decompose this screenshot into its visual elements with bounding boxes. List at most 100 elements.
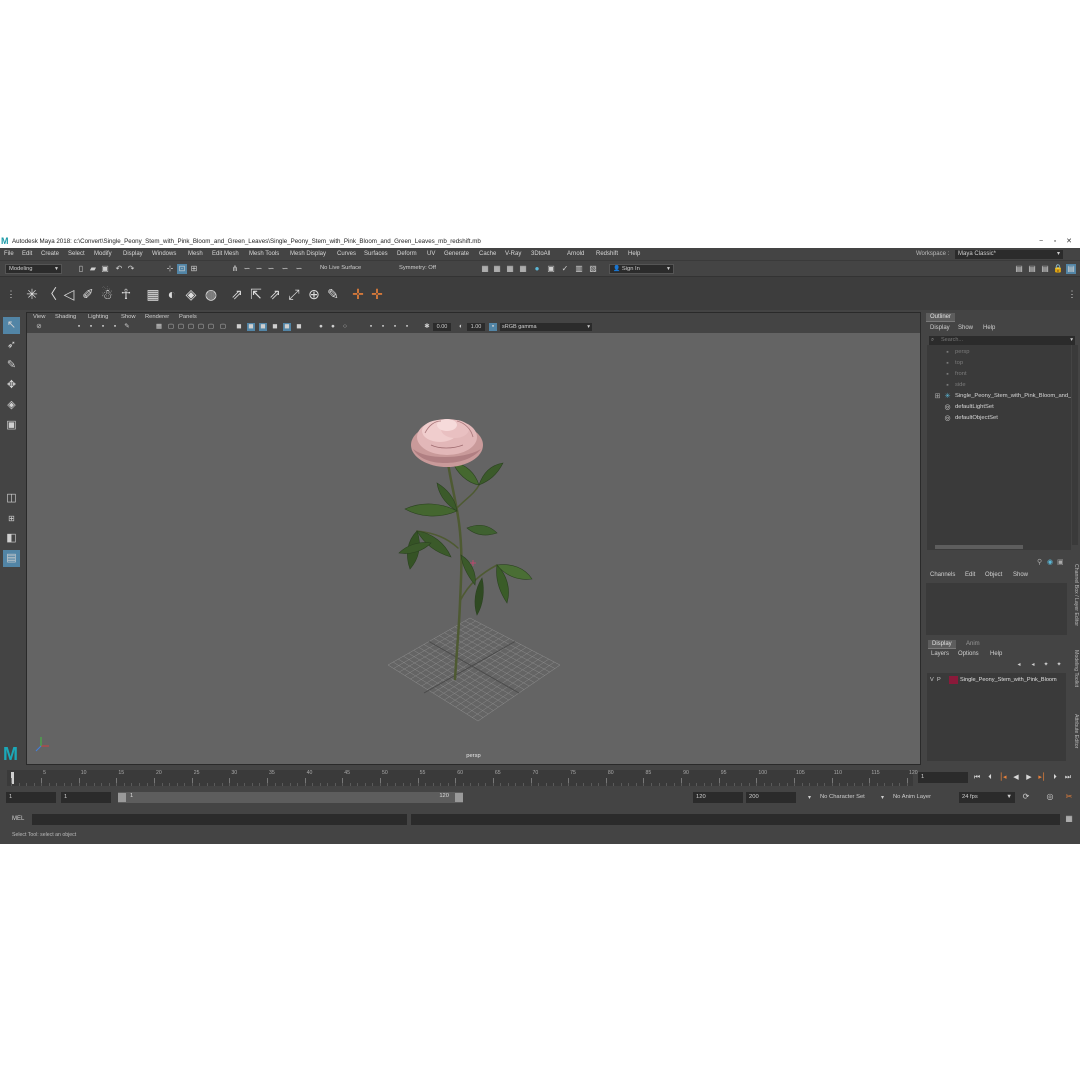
play-forward-icon[interactable]: ▶: [1024, 773, 1034, 783]
step-back-frame-icon[interactable]: ⎮◂: [998, 773, 1008, 783]
smooth-shade-icon[interactable]: ◼: [235, 323, 243, 331]
menu-help[interactable]: Help: [628, 251, 640, 257]
wireframe-on-shaded-icon[interactable]: ◼: [247, 323, 255, 331]
side-tab-attribute-editor[interactable]: Attribute Editor: [1070, 714, 1079, 748]
exposure-icon[interactable]: ✱: [423, 323, 431, 331]
resolution-gate-icon[interactable]: ▢: [177, 323, 185, 331]
hypershade-icon[interactable]: ●: [532, 264, 542, 274]
undo-icon[interactable]: ↶: [114, 264, 124, 274]
menu-modify[interactable]: Modify: [94, 251, 112, 257]
menuset-dropdown[interactable]: Modeling ▼: [5, 264, 62, 274]
save-scene-icon[interactable]: ▣: [100, 264, 110, 274]
multi-cut-icon[interactable]: ⤢: [286, 286, 302, 302]
ipr-render-icon[interactable]: ▦: [505, 264, 515, 274]
viewport-menu-renderer[interactable]: Renderer: [145, 314, 169, 320]
shelf-menu-icon[interactable]: ⋮: [1064, 286, 1080, 302]
outliner-item-side[interactable]: ▪ side: [927, 380, 1071, 391]
attribute-editor-icon[interactable]: ▤: [1027, 264, 1037, 274]
camera-select-icon[interactable]: ⊘: [35, 323, 43, 331]
single-view-icon[interactable]: ◫: [3, 490, 20, 507]
new-layer-selected-icon[interactable]: ✦: [1054, 660, 1064, 670]
poly-sphere-icon[interactable]: ◍: [203, 286, 219, 302]
menu-select[interactable]: Select: [68, 251, 85, 257]
menu-redshift[interactable]: Redshift: [596, 251, 618, 257]
menu-deform[interactable]: Deform: [397, 251, 417, 257]
character-set-label[interactable]: No Character Set: [820, 794, 865, 800]
script-editor-icon[interactable]: ▦: [1064, 814, 1074, 824]
layer-editor-toggle-icon[interactable]: ◉: [1047, 558, 1053, 566]
gamma-icon[interactable]: ◐: [457, 323, 465, 331]
channel-box-icon[interactable]: ▤: [1066, 264, 1076, 274]
step-forward-frame-icon[interactable]: ▸⎮: [1037, 773, 1047, 783]
render-current-frame-icon[interactable]: ▦: [480, 264, 490, 274]
bridge-icon[interactable]: ⇱: [248, 286, 264, 302]
anim-layer-label[interactable]: No Anim Layer: [893, 794, 931, 800]
layer-menu-help[interactable]: Help: [990, 651, 1002, 657]
outliner-v-scrollbar[interactable]: [1072, 345, 1078, 545]
expand-icon[interactable]: ⊞: [933, 392, 942, 401]
menu-file[interactable]: File: [4, 251, 14, 257]
layer-playback-toggle[interactable]: P: [937, 675, 941, 685]
color-space-dropdown[interactable]: sRGB gamma ▾: [500, 323, 592, 331]
grease-pencil-icon[interactable]: ✎: [123, 323, 131, 331]
shadows-icon[interactable]: ◼: [283, 323, 291, 331]
layer-row[interactable]: V P Single_Peony_Stem_with_Pink_Bloom: [927, 675, 1066, 685]
range-end-handle[interactable]: [455, 793, 463, 802]
character-set-chevron-icon[interactable]: ▾: [808, 794, 811, 801]
outliner-layout-icon[interactable]: ▤: [3, 550, 20, 567]
snap-live-icon[interactable]: ∽: [294, 264, 304, 274]
select-hierarchy-icon[interactable]: ⊹: [165, 264, 175, 274]
wireframe-icon[interactable]: ▢: [219, 323, 227, 331]
menu-surfaces[interactable]: Surfaces: [364, 251, 388, 257]
layer-move-up-icon[interactable]: ◂: [1014, 660, 1024, 670]
menu-mesh-tools[interactable]: Mesh Tools: [249, 251, 279, 257]
playback-end-field[interactable]: 120: [693, 792, 743, 803]
motion-blur-icon[interactable]: ▪: [379, 323, 387, 331]
new-layer-icon[interactable]: ✦: [1041, 660, 1051, 670]
command-language-label[interactable]: MEL: [12, 816, 24, 822]
cluster-icon[interactable]: ◐: [164, 286, 180, 302]
outliner-item-peony[interactable]: ⊞✳Single_Peony_Stem_with_Pink_Bloom_and_…: [927, 391, 1071, 402]
curve-tool-icon[interactable]: 〈: [42, 286, 58, 302]
shelf-tab-icon[interactable]: ⋮: [3, 286, 19, 302]
xray-icon[interactable]: ●: [329, 323, 337, 331]
vray-render-icon[interactable]: ✓: [560, 264, 570, 274]
human-ik-icon[interactable]: ☥: [118, 286, 134, 302]
modeling-toolkit-icon[interactable]: ▤: [1014, 264, 1024, 274]
viewport-menu-shading[interactable]: Shading: [55, 314, 76, 320]
new-scene-icon[interactable]: ▯: [76, 264, 86, 274]
lattice-icon[interactable]: ▦: [145, 286, 161, 302]
command-input[interactable]: [32, 814, 407, 825]
anim-layer-chevron-icon[interactable]: ▾: [881, 794, 884, 801]
menu-curves[interactable]: Curves: [337, 251, 356, 257]
current-frame-field[interactable]: 1: [918, 772, 968, 783]
outliner-search-input[interactable]: ⌕ Search... ▾: [929, 336, 1075, 345]
menu-arnold[interactable]: Arnold: [567, 251, 584, 257]
ep-curve-icon[interactable]: ◁: [61, 286, 77, 302]
xray-joints-icon[interactable]: ○: [341, 323, 349, 331]
snap-view-icon[interactable]: ∽: [266, 264, 276, 274]
rotate-tool-icon[interactable]: ◈: [3, 397, 20, 414]
anti-alias-icon[interactable]: ▪: [391, 323, 399, 331]
color-management-icon[interactable]: ▪: [489, 323, 497, 331]
field-chart-icon[interactable]: ▢: [197, 323, 205, 331]
range-slider[interactable]: 1 120: [118, 792, 463, 803]
render-settings-icon[interactable]: ▦: [518, 264, 528, 274]
playback-start-field[interactable]: 1: [61, 792, 111, 803]
extrude-icon[interactable]: ⇗: [229, 286, 245, 302]
two-d-pan-icon[interactable]: ▪: [111, 323, 119, 331]
outliner-item-default-object-set[interactable]: ◎ defaultObjectSet: [927, 413, 1071, 424]
channel-options-icon[interactable]: ▣: [1057, 558, 1064, 566]
scene-start-field[interactable]: 1: [6, 792, 56, 803]
layer-visibility-toggle[interactable]: V: [930, 675, 934, 685]
play-backward-icon[interactable]: ◀: [1011, 773, 1021, 783]
scale-tool-icon[interactable]: ▣: [3, 417, 20, 434]
select-object-icon[interactable]: ⊡: [177, 264, 187, 274]
perspective-viewport[interactable]: persp: [27, 333, 920, 764]
menu-uv[interactable]: UV: [427, 251, 435, 257]
sign-in-button[interactable]: 👤 Sign In ▼: [609, 264, 674, 274]
depth-of-field-icon[interactable]: ▪: [403, 323, 411, 331]
redshift-icon[interactable]: ▧: [588, 264, 598, 274]
outliner-tab[interactable]: Outliner: [926, 313, 956, 322]
menu-edit[interactable]: Edit: [22, 251, 32, 257]
